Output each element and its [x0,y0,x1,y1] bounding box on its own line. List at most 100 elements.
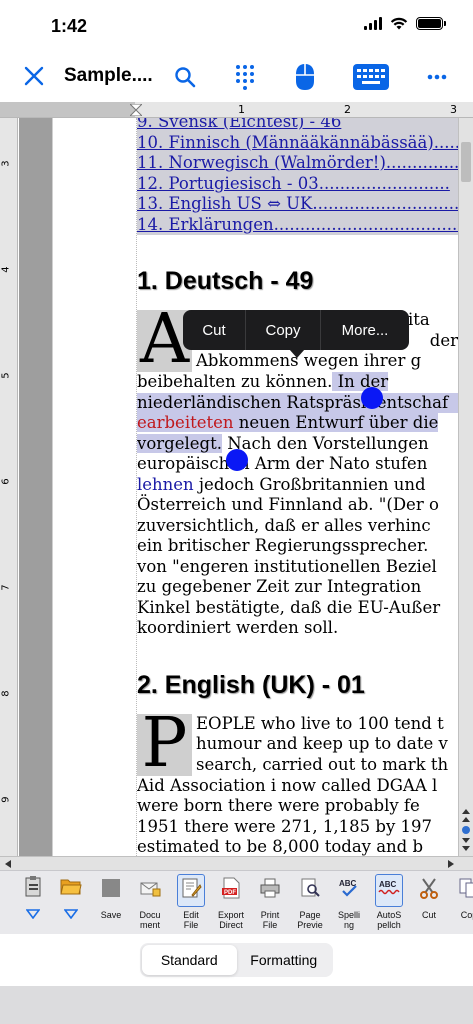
text-run: Nach den Vorstellungen [221,433,429,453]
selected-text: earbeiteten [137,413,234,432]
document-mail-button[interactable]: Docu ment [131,875,169,930]
edit-file-icon [182,878,202,898]
export-direct-button[interactable]: PDF Export Direct [212,875,250,930]
autospell-icon: ABC [378,880,400,895]
toc-entry[interactable]: 13. English US ⇔ UK.....................… [137,194,458,215]
text-line: lehnen jedoch Großbritannien und [137,475,458,496]
vertical-scrollbar[interactable] [458,118,473,856]
clipboard-icon [25,876,41,897]
page-nav-icon[interactable] [460,806,472,854]
paragraph: P EOPLE who live to 100 tend t humour an… [137,709,458,856]
segment-standard[interactable]: Standard [142,945,237,975]
text-line: estimated to be 8,000 today and b [137,837,424,856]
cut-button[interactable]: Cut [410,875,448,920]
vertical-ruler[interactable]: 3 4 5 6 7 8 9 [0,118,18,856]
keyboard-icon[interactable] [352,62,390,92]
keypad-icon[interactable] [230,62,260,92]
text-line: Österreich und Finnland ab. "(Der o [137,495,439,514]
document-canvas[interactable]: 1 2 3 3 4 5 6 7 8 9 9. Svensk (Eichtest)… [0,102,473,870]
autospellcheck-button[interactable]: ABC AutoS pellch [370,874,408,930]
indent-marker-icon[interactable] [130,104,142,116]
open-folder-button[interactable] [52,875,90,919]
toolbar-label: Spelli ng [337,910,360,930]
print-file-button[interactable]: Print File [251,875,289,930]
horizontal-scrollbar[interactable] [0,856,473,870]
ruler-tick: 8 [0,690,12,697]
toolbar-label: Print File [260,910,280,930]
page-preview-button[interactable]: Page Previe [291,875,329,930]
status-bar: 1:42 [0,0,473,52]
status-time: 1:42 [51,16,88,36]
document-title[interactable]: Sample.... [64,65,153,87]
ruler-margin [0,102,135,117]
svg-text:ABC: ABC [379,880,397,889]
page-left-margin [52,118,136,856]
nav-bar: Sample.... [0,52,473,102]
toc-entry[interactable]: 9. Svensk (Eichtest) - 46 [137,118,458,133]
document-text[interactable]: 9. Svensk (Eichtest) - 46 10. Finnisch (… [136,118,458,856]
toolbar-label: Save [100,910,122,920]
text-line: earbeiteten neuen Entwurf über die [137,413,458,434]
horizontal-ruler[interactable]: 1 2 3 [0,102,473,118]
text-line: ein britischer Regierungssprecher. [137,536,429,555]
ruler-tick: 3 [450,103,457,116]
ruler-tick: 6 [0,478,12,485]
dropdown-icon[interactable] [26,909,40,919]
text-line: beibehalten zu können. In der [137,372,458,393]
copy-menu-item[interactable]: Copy [246,310,321,350]
section-heading: 2. English (UK) - 01 [137,670,365,699]
cut-menu-item[interactable]: Cut [183,310,246,350]
save-button[interactable]: Save [92,875,130,920]
table-of-contents: 9. Svensk (Eichtest) - 46 10. Finnisch (… [137,118,458,235]
selected-text: neuen Entwurf über die [233,413,439,432]
selection-end-handle[interactable] [226,449,248,471]
selected-text: niederländischen Ratspräsidentschaf [137,392,458,413]
dropdown-icon[interactable] [64,909,78,919]
close-icon[interactable] [22,64,46,88]
more-menu-item[interactable]: More... [321,310,409,350]
toc-entry[interactable]: 14. Erklärungen.........................… [137,214,458,235]
context-menu: Cut Copy More... [183,310,409,350]
ruler-tick: 3 [0,160,12,167]
spelling-button[interactable]: ABC Spelli ng [330,875,368,930]
drop-cap: P [137,709,192,777]
edit-file-button[interactable]: Edit File [172,874,210,930]
wifi-icon [390,17,408,30]
segment-formatting[interactable]: Formatting [237,945,332,975]
ruler-tick: 1 [238,103,245,116]
folder-icon [60,879,82,895]
scroll-right-icon[interactable] [446,859,456,869]
toc-entry[interactable]: 11. Norwegisch (Walmörder!).............… [137,153,458,174]
selection-start-handle[interactable] [361,387,383,409]
copy-button[interactable]: Cop [450,875,473,920]
printer-icon [260,878,280,898]
save-icon [102,879,120,897]
text-run: jedoch Großbritannien und [193,474,426,494]
text-line: 1951 there were 271, 1,185 by 197 [137,816,433,836]
text-line: von "engeren institutionellen Beziel [137,556,437,576]
text-line: vorgelegt. Nach den Vorstellungen [137,433,458,455]
text-line: koordiniert werden soll. [137,618,339,637]
toc-entry[interactable]: 10. Finnisch (Männääkännäbässää)........ [137,132,458,153]
toolbar-label: Docu ment [139,910,161,930]
toc-entry[interactable]: 12. Portugiesisch - 03..................… [137,173,458,194]
document-mail-icon [140,882,161,897]
clipboard-button[interactable] [14,875,52,919]
text-run: beibehalten zu können. [137,372,333,391]
ruler-tick: 2 [344,103,351,116]
ruler-tick: 7 [0,584,12,591]
page-preview-icon [301,878,320,897]
text-line: were born there were probably fe [137,796,420,815]
scrollbar-thumb[interactable] [461,142,471,182]
toolbar-label: Cop [460,910,473,920]
scroll-left-icon[interactable] [3,859,13,869]
toolbar-label: Cut [421,910,436,920]
pdf-icon: PDF [222,877,240,899]
text-line: zuversichtlich, daß er alles verhinc [137,515,431,535]
context-menu-pointer [289,349,305,358]
more-icon[interactable] [422,62,452,92]
mouse-icon[interactable] [290,62,320,92]
search-icon[interactable] [170,62,200,92]
toolbar-mode-segmented: Standard Formatting [140,943,333,977]
battery-icon [416,17,446,30]
